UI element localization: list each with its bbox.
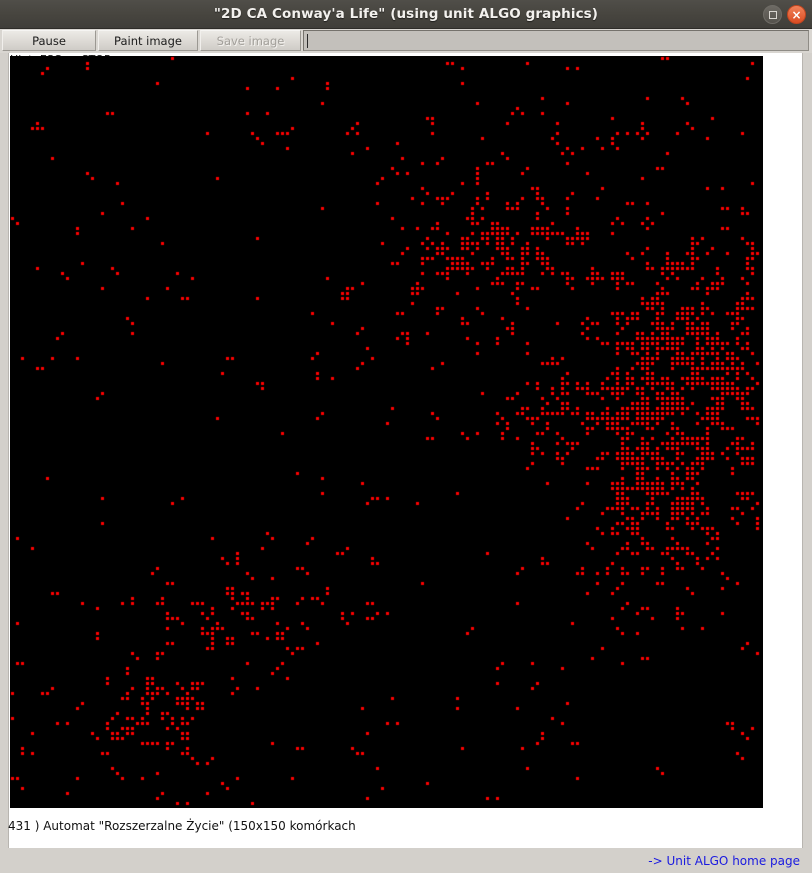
unit-algo-home-page-link[interactable]: -> Unit ALGO home page bbox=[648, 854, 800, 868]
cellular-automaton-grid[interactable] bbox=[10, 56, 763, 808]
title-bar: "2D CA Conway'a Life" (using unit ALGO g… bbox=[0, 0, 812, 29]
paint-image-button[interactable]: Paint image bbox=[98, 30, 198, 51]
window-title: "2D CA Conway'a Life" (using unit ALGO g… bbox=[213, 6, 599, 22]
right-frame-strip bbox=[802, 53, 812, 848]
toolbar: Pause Paint image Save image bbox=[0, 29, 812, 53]
cellular-automaton-canvas[interactable] bbox=[10, 56, 763, 808]
save-image-button: Save image bbox=[200, 30, 301, 51]
close-icon: × bbox=[791, 7, 802, 22]
content-area: Hint: ESC -> STOP 431 ) Automat "Rozszer… bbox=[0, 53, 812, 848]
close-button[interactable]: × bbox=[787, 5, 806, 24]
status-line: 431 ) Automat "Rozszerzalne Życie" (150x… bbox=[8, 819, 356, 833]
text-caret bbox=[307, 33, 308, 48]
bottom-bar: -> Unit ALGO home page bbox=[0, 848, 812, 873]
maximize-icon bbox=[768, 10, 777, 19]
application-window: "2D CA Conway'a Life" (using unit ALGO g… bbox=[0, 0, 812, 873]
left-margin-strip bbox=[0, 53, 9, 848]
pause-button[interactable]: Pause bbox=[2, 30, 96, 51]
command-input[interactable] bbox=[303, 30, 809, 51]
maximize-button[interactable] bbox=[763, 5, 782, 24]
window-controls: × bbox=[763, 0, 806, 29]
